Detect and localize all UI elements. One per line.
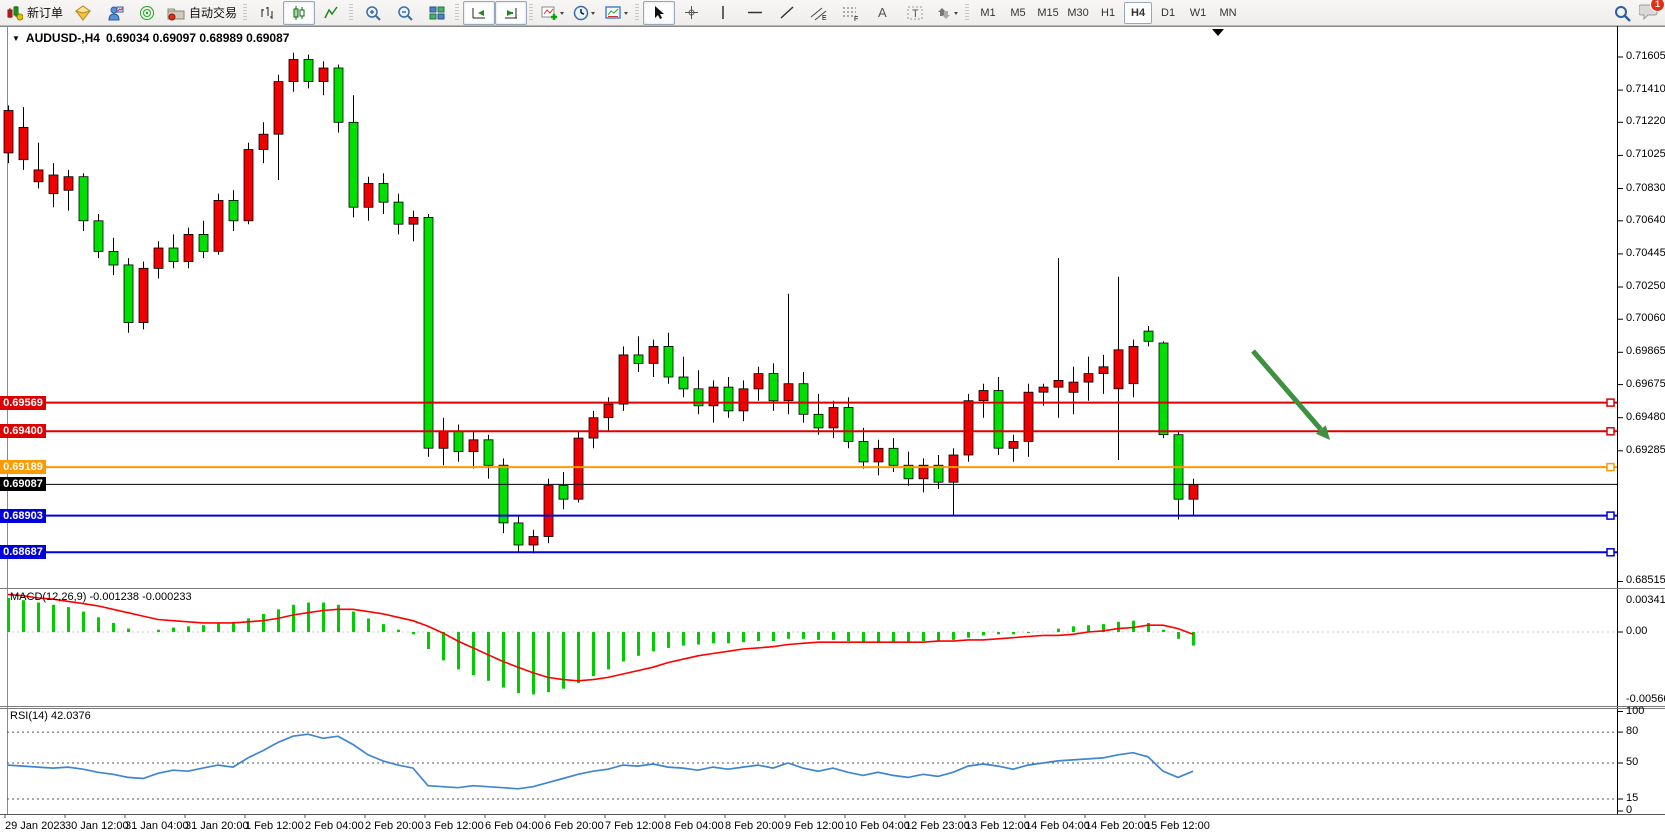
add-indicator-button[interactable] xyxy=(537,1,569,25)
svg-text:E: E xyxy=(822,15,827,21)
search-icon[interactable] xyxy=(1614,5,1631,22)
notifications-button[interactable]: 1 xyxy=(1639,2,1659,25)
channel-tool-button[interactable]: E xyxy=(803,1,835,25)
new-order-button[interactable]: 新订单 xyxy=(3,1,67,25)
hline-handle xyxy=(5,512,12,519)
hline-handle xyxy=(5,464,12,471)
zoom-out-icon xyxy=(397,5,414,21)
ohlc-values: 0.69034 0.69097 0.68989 0.69087 xyxy=(106,31,290,45)
hline-handle xyxy=(1607,428,1614,435)
bar-chart-icon xyxy=(259,5,275,21)
tile-windows-icon xyxy=(429,5,445,21)
timeframe-w1[interactable]: W1 xyxy=(1184,2,1212,24)
trendline-tool-button[interactable] xyxy=(771,1,803,25)
hline-handle xyxy=(1607,549,1614,556)
text-label-icon: T xyxy=(907,5,923,20)
vertical-line-tool-button[interactable] xyxy=(707,1,739,25)
crystal-icon xyxy=(74,5,92,21)
zoom-out-button[interactable] xyxy=(389,1,421,25)
zoom-in-icon xyxy=(365,5,382,21)
navigator-button[interactable] xyxy=(67,1,99,25)
bar-chart-mode-button[interactable] xyxy=(251,1,283,25)
toolbar-grip xyxy=(349,4,353,22)
hline-handle xyxy=(1607,399,1614,406)
timeframe-h1[interactable]: H1 xyxy=(1094,2,1122,24)
crosshair-tool-button[interactable] xyxy=(675,1,707,25)
text-icon: A xyxy=(876,5,890,20)
trendline-icon xyxy=(779,5,795,20)
toolbar-grip xyxy=(635,4,639,22)
text-label-tool-button[interactable]: T xyxy=(899,1,931,25)
toolbar-grip xyxy=(965,4,969,22)
signals-button[interactable] xyxy=(131,1,163,25)
candlestick-icon xyxy=(291,5,307,21)
auto-scroll-button[interactable] xyxy=(463,1,495,25)
template-button[interactable] xyxy=(601,1,633,25)
rsi-label: RSI(14) 42.0376 xyxy=(10,710,91,722)
hline-handle xyxy=(5,399,12,406)
chart-shift-button[interactable] xyxy=(495,1,527,25)
svg-text:T: T xyxy=(912,8,919,20)
toolbar-grip xyxy=(529,4,533,22)
new-order-label: 新订单 xyxy=(27,4,63,21)
timeframe-m30[interactable]: M30 xyxy=(1064,2,1092,24)
vertical-line-icon xyxy=(717,5,729,20)
template-icon xyxy=(605,5,629,21)
arrows-tool-button[interactable] xyxy=(931,1,963,25)
toolbar-grip xyxy=(243,4,247,22)
trader-icon xyxy=(106,5,124,21)
line-chart-icon xyxy=(323,5,339,21)
chart-canvas[interactable] xyxy=(0,0,1665,838)
chart-title: ▼ AUDUSD-,H4 0.69034 0.69097 0.68989 0.6… xyxy=(12,31,289,45)
horizontal-line-tool-button[interactable] xyxy=(739,1,771,25)
market-watch-button[interactable] xyxy=(99,1,131,25)
equidistant-channel-icon: E xyxy=(810,5,828,21)
timeframe-h4[interactable]: H4 xyxy=(1124,2,1152,24)
hline-handle xyxy=(5,428,12,435)
period-button[interactable] xyxy=(569,1,601,25)
svg-text:F: F xyxy=(854,16,858,21)
auto-scroll-icon xyxy=(471,5,487,21)
autotrade-label: 自动交易 xyxy=(189,4,237,21)
arrows-icon xyxy=(935,5,959,21)
main-toolbar: 新订单 自动交易 xyxy=(0,0,1665,26)
fibonacci-icon: F xyxy=(842,5,860,21)
timeframe-m15[interactable]: M15 xyxy=(1034,2,1062,24)
autotrade-button[interactable]: 自动交易 xyxy=(163,1,241,25)
symbol-period-label: AUDUSD-,H4 xyxy=(26,31,100,45)
timeframe-m1[interactable]: M1 xyxy=(974,2,1002,24)
chart-shift-icon xyxy=(503,5,519,21)
cursor-tool-button[interactable] xyxy=(643,1,675,25)
tile-windows-button[interactable] xyxy=(421,1,453,25)
horizontal-line-icon xyxy=(747,5,763,20)
toolbar-grip xyxy=(455,4,459,22)
hline-handle xyxy=(1607,512,1614,519)
hline-handle xyxy=(5,549,12,556)
notification-badge: 1 xyxy=(1650,0,1665,12)
line-chart-mode-button[interactable] xyxy=(315,1,347,25)
text-tool-button[interactable]: A xyxy=(867,1,899,25)
new-order-icon xyxy=(7,5,23,21)
signal-icon xyxy=(138,5,156,21)
timeframe-mn[interactable]: MN xyxy=(1214,2,1242,24)
add-indicator-icon xyxy=(541,5,565,21)
hline-handle xyxy=(1607,464,1614,471)
zoom-in-button[interactable] xyxy=(357,1,389,25)
clock-icon xyxy=(573,5,597,21)
macd-label: MACD(12,26,9) -0.001238 -0.000233 xyxy=(10,591,192,603)
timeframe-d1[interactable]: D1 xyxy=(1154,2,1182,24)
crosshair-icon xyxy=(684,5,699,20)
svg-text:A: A xyxy=(878,5,887,20)
collapse-triangle-icon[interactable]: ▼ xyxy=(12,34,20,43)
autotrade-icon xyxy=(167,5,185,21)
fibonacci-tool-button[interactable]: F xyxy=(835,1,867,25)
timeframe-m5[interactable]: M5 xyxy=(1004,2,1032,24)
cursor-icon xyxy=(652,5,666,20)
candle-chart-mode-button[interactable] xyxy=(283,1,315,25)
